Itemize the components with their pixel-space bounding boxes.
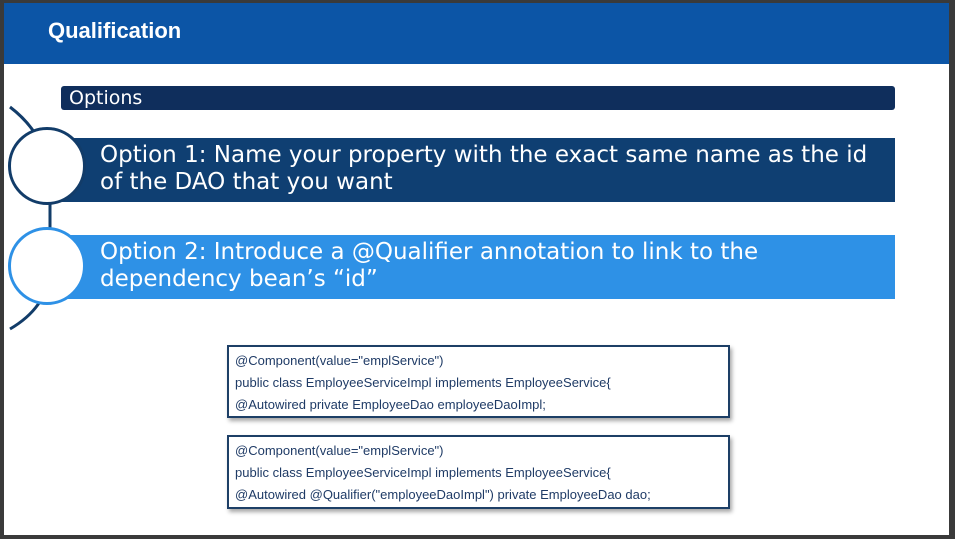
slide-title: Qualification bbox=[48, 18, 182, 43]
option-1-bar: Option 1: Name your property with the ex… bbox=[55, 138, 895, 202]
code-line: public class EmployeeServiceImpl impleme… bbox=[235, 465, 611, 480]
options-heading: Options bbox=[69, 87, 143, 109]
code-snippet-1: @Component(value="emplService") public c… bbox=[227, 345, 730, 418]
slide-header: Qualification bbox=[4, 3, 949, 64]
code-line: public class EmployeeServiceImpl impleme… bbox=[235, 375, 611, 390]
code-line: @Component(value="emplService") bbox=[235, 443, 444, 458]
code-line: @Autowired @Qualifier("employeeDaoImpl")… bbox=[235, 487, 651, 502]
option-2-text: Option 2: Introduce a @Qualifier annotat… bbox=[100, 239, 759, 292]
options-heading-bar: Options bbox=[61, 86, 895, 110]
option-1-circle-marker bbox=[8, 127, 86, 205]
code-line: @Autowired private EmployeeDao employeeD… bbox=[235, 397, 546, 412]
slide: Qualification Options Option 1: Name you… bbox=[4, 3, 949, 535]
option-2-bar: Option 2: Introduce a @Qualifier annotat… bbox=[55, 235, 895, 299]
option-1-text: Option 1: Name your property with the ex… bbox=[100, 142, 868, 195]
code-snippet-2: @Component(value="emplService") public c… bbox=[227, 435, 730, 509]
code-line: @Component(value="emplService") bbox=[235, 353, 444, 368]
option-2-circle-marker bbox=[8, 227, 86, 305]
